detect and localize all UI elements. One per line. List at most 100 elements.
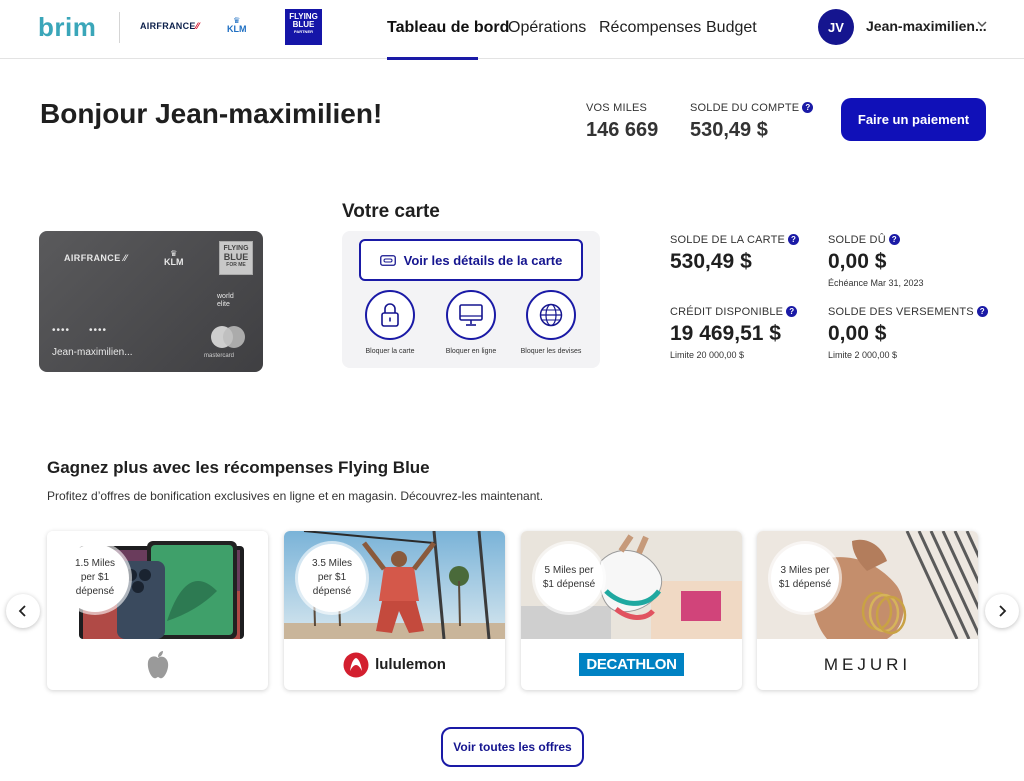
- badge-line2: $1 dépensé: [542, 579, 596, 590]
- make-payment-button[interactable]: Faire un paiement: [841, 98, 986, 141]
- due-date-text: Échéance Mar 31, 2023: [828, 278, 924, 288]
- miles-badge: 3 Miles per $1 dépensé: [771, 544, 839, 612]
- apple-logo-icon: [147, 650, 168, 678]
- miles-badge: 3.5 Miles per $1 dépensé: [298, 544, 366, 612]
- available-credit-label-text: CRÉDIT DISPONIBLE: [670, 306, 784, 318]
- brand-logo-mejuri: MEJURI: [757, 639, 978, 690]
- card-balance-label: SOLDE DE LA CARTE?: [670, 234, 800, 246]
- block-online-button[interactable]: [446, 290, 496, 340]
- nav-tab-operations[interactable]: Opérations: [508, 19, 586, 37]
- lock-card-label: Bloquer la carte: [365, 348, 415, 355]
- badge-line1: 3.5 Miles: [311, 558, 352, 569]
- card-number-mask-2: ••••: [89, 325, 108, 336]
- card-section-title: Votre carte: [342, 201, 440, 222]
- chevron-left-icon: [18, 605, 26, 617]
- amount-due-label: SOLDE DÛ?: [828, 234, 900, 246]
- carousel-prev-button[interactable]: [6, 594, 40, 628]
- card-world-text: world: [217, 293, 234, 300]
- offer-card-mejuri[interactable]: 3 Miles per $1 dépensé MEJURI: [757, 531, 978, 690]
- offer-card-lululemon[interactable]: 3.5 Miles per $1 dépensé lululemon: [284, 531, 505, 690]
- klm-logo-text: KLM: [227, 24, 247, 34]
- card-fb-line1: FLYING: [223, 245, 249, 252]
- miles-label: VOS MILES: [586, 102, 648, 114]
- badge-line2: per $1: [317, 572, 347, 583]
- user-name[interactable]: Jean-maximilien...: [866, 18, 987, 34]
- card-world-elite: world elite: [217, 293, 234, 309]
- card-airfrance-logo: AIRFRANCE ⁄⁄: [64, 253, 128, 263]
- credit-limit-text: Limite 20 000,00 $: [670, 350, 745, 360]
- miles-badge: 1.5 Miles per $1 dépensé: [61, 544, 129, 612]
- block-currencies-button[interactable]: [526, 290, 576, 340]
- card-airfrance-text: AIRFRANCE: [64, 253, 121, 263]
- brand-name-mejuri: MEJURI: [823, 654, 912, 674]
- user-avatar[interactable]: JV: [818, 9, 854, 45]
- view-all-offers-button[interactable]: Voir toutes les offres: [441, 727, 584, 767]
- account-balance-label-text: SOLDE DU COMPTE: [690, 102, 800, 114]
- lululemon-logo-icon: [343, 652, 369, 677]
- card-balance-value: 530,49 $: [670, 250, 752, 273]
- card-number-mask-1: ••••: [52, 325, 71, 336]
- installments-balance-value: 0,00 $: [828, 322, 887, 345]
- help-icon[interactable]: ?: [802, 102, 814, 113]
- chevron-down-icon[interactable]: [976, 18, 988, 30]
- badge-line1: 3 Miles per: [780, 565, 830, 576]
- flying-blue-logo: FLYING BLUE PARTNER: [285, 9, 322, 45]
- installments-balance-label-text: SOLDE DES VERSEMENTS: [828, 306, 974, 318]
- brand-logo-lululemon: lululemon: [284, 639, 505, 690]
- airfrance-logo: AIRFRANCE⁄⁄: [140, 21, 200, 31]
- account-balance-value: 530,49 $: [690, 119, 768, 141]
- chevron-right-icon: [999, 605, 1007, 617]
- top-header: brim AIRFRANCE⁄⁄ ♛ KLM FLYING BLUE PARTN…: [0, 0, 1024, 60]
- lock-card-button[interactable]: [365, 290, 415, 340]
- amount-due-label-text: SOLDE DÛ: [828, 234, 886, 246]
- block-currencies-label: Bloquer les devises: [520, 348, 582, 355]
- brand-name-lululemon: lululemon: [375, 656, 446, 673]
- view-card-details-button[interactable]: Voir les détails de la carte: [359, 239, 583, 281]
- badge-line1: 5 Miles per: [544, 565, 594, 576]
- amount-due-value: 0,00 $: [828, 250, 887, 273]
- badge-line3: dépensé: [75, 586, 115, 597]
- credit-card-image[interactable]: AIRFRANCE ⁄⁄ ♛ KLM FLYING BLUE FOR ME wo…: [39, 231, 263, 372]
- globe-icon: [539, 303, 563, 327]
- brim-logo[interactable]: brim: [38, 12, 96, 43]
- miles-badge: 5 Miles per $1 dépensé: [535, 544, 603, 612]
- badge-line1: 1.5 Miles: [74, 558, 115, 569]
- card-elite-text: elite: [217, 301, 230, 308]
- card-balance-label-text: SOLDE DE LA CARTE: [670, 234, 786, 246]
- card-fb-line2: BLUE: [223, 252, 249, 262]
- rewards-title: Gagnez plus avec les récompenses Flying …: [47, 458, 430, 477]
- help-icon[interactable]: ?: [976, 306, 988, 317]
- help-icon[interactable]: ?: [888, 234, 900, 245]
- flying-blue-line2: BLUE: [292, 20, 315, 29]
- badge-line2: per $1: [80, 572, 110, 583]
- offer-card-apple[interactable]: 1.5 Miles per $1 dépensé apple: [47, 531, 268, 690]
- card-klm-logo: ♛ KLM: [164, 249, 184, 267]
- nav-tab-rewards[interactable]: Récompenses: [599, 19, 701, 37]
- lock-icon: [381, 303, 399, 327]
- carousel-next-button[interactable]: [985, 594, 1019, 628]
- card-icon: [379, 254, 396, 266]
- header-divider: [119, 12, 120, 43]
- card-klm-text: KLM: [164, 257, 184, 267]
- active-tab-indicator: [387, 57, 478, 60]
- available-credit-value: 19 469,51 $: [670, 322, 781, 345]
- brand-logo-decathlon: DECATHLON: [521, 639, 742, 690]
- nav-tab-budget[interactable]: Budget: [706, 19, 757, 37]
- view-card-details-label: Voir les détails de la carte: [403, 252, 563, 268]
- account-balance-label: SOLDE DU COMPTE?: [690, 102, 814, 114]
- card-holder-name: Jean-maximilien...: [52, 347, 133, 358]
- installments-balance-label: SOLDE DES VERSEMENTS?: [828, 306, 988, 318]
- rewards-subtitle: Profitez d’offres de bonification exclus…: [47, 489, 544, 503]
- help-icon[interactable]: ?: [788, 234, 800, 245]
- help-icon[interactable]: ?: [786, 306, 798, 317]
- badge-line3: dépensé: [312, 586, 352, 597]
- monitor-icon: [459, 304, 483, 326]
- card-network-label: mastercard: [204, 353, 235, 359]
- available-credit-label: CRÉDIT DISPONIBLE?: [670, 306, 798, 318]
- badge-line2: $1 dépensé: [778, 579, 832, 590]
- nav-tab-dashboard[interactable]: Tableau de bord: [387, 19, 509, 37]
- card-fb-line3: FOR ME: [226, 262, 246, 268]
- brand-logo-apple: apple: [47, 639, 268, 690]
- installments-limit-text: Limite 2 000,00 $: [828, 350, 898, 360]
- offer-card-decathlon[interactable]: 5 Miles per $1 dépensé DECATHLON: [521, 531, 742, 690]
